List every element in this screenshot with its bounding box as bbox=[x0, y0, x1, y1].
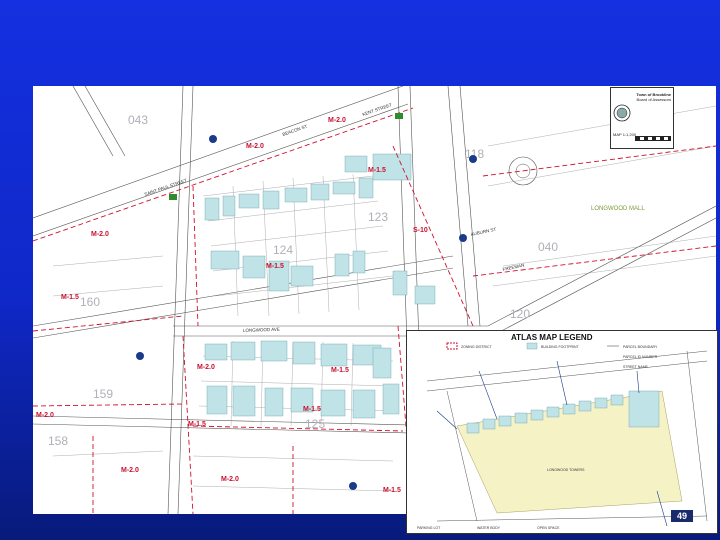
scale-bar bbox=[635, 136, 671, 141]
zone-label: S-10 bbox=[413, 227, 428, 234]
legend-item: WATER BODY bbox=[477, 526, 501, 530]
park-label: LONGWOOD MALL bbox=[591, 206, 645, 212]
legend-item: OPEN SPACE bbox=[537, 526, 560, 530]
block-number: 043 bbox=[128, 113, 148, 127]
town-seal-icon bbox=[613, 104, 631, 122]
legend-item: PARCEL BOUNDARY bbox=[623, 345, 658, 349]
block-number: 158 bbox=[48, 434, 68, 448]
legend-item: ZONING DISTRICT bbox=[461, 345, 493, 349]
board-name: Board of Assessors bbox=[636, 97, 671, 102]
legend-canvas: ZONING DISTRICT BUILDING FOOTPRINT PARCE… bbox=[417, 342, 708, 530]
zone-label: M-2.0 bbox=[221, 476, 239, 483]
legend-panel: ATLAS MAP LEGEND ZONING DISTRICT BUILDIN… bbox=[406, 330, 718, 534]
block-number: 124 bbox=[273, 243, 293, 257]
street-name: SAINT PAUL STREET bbox=[144, 178, 188, 197]
zone-label: M-2.0 bbox=[246, 143, 264, 150]
block-number: 120 bbox=[510, 307, 530, 321]
title-block: Town of Brookline Board of Assessors MAP… bbox=[610, 87, 674, 149]
page-number-badge: 49 bbox=[671, 510, 693, 522]
zone-label: M-1.5 bbox=[331, 367, 349, 374]
block-number: 159 bbox=[93, 387, 113, 401]
zone-label: M-1.5 bbox=[188, 421, 206, 428]
block-number: 040 bbox=[538, 240, 558, 254]
block-number: 123 bbox=[368, 210, 388, 224]
zone-label: M-2.0 bbox=[121, 467, 139, 474]
inset-label: LONGWOOD TOWERS bbox=[547, 468, 585, 472]
block-number: 125 bbox=[305, 417, 325, 431]
legend-item: BUILDING FOOTPRINT bbox=[541, 345, 580, 349]
street-name: LONGWOOD AVE bbox=[243, 327, 280, 333]
zone-label: M-2.0 bbox=[328, 117, 346, 124]
zone-label: M-1.5 bbox=[383, 487, 401, 494]
legend-item: PARKING LOT bbox=[417, 526, 441, 530]
street-name: BEACON ST bbox=[282, 124, 308, 137]
block-number: 160 bbox=[80, 295, 100, 309]
map-scale: MAP 1:1,200 bbox=[613, 132, 637, 137]
zone-label: M-2.0 bbox=[91, 231, 109, 238]
zone-label: M-2.0 bbox=[36, 412, 54, 419]
zone-label: M-1.5 bbox=[266, 263, 284, 270]
street-name: AUBURN ST bbox=[470, 227, 497, 237]
zone-label: M-2.0 bbox=[197, 364, 215, 371]
zone-label: M-1.5 bbox=[368, 167, 386, 174]
zone-label: M-1.5 bbox=[303, 406, 321, 413]
zone-label: M-1.5 bbox=[61, 294, 79, 301]
